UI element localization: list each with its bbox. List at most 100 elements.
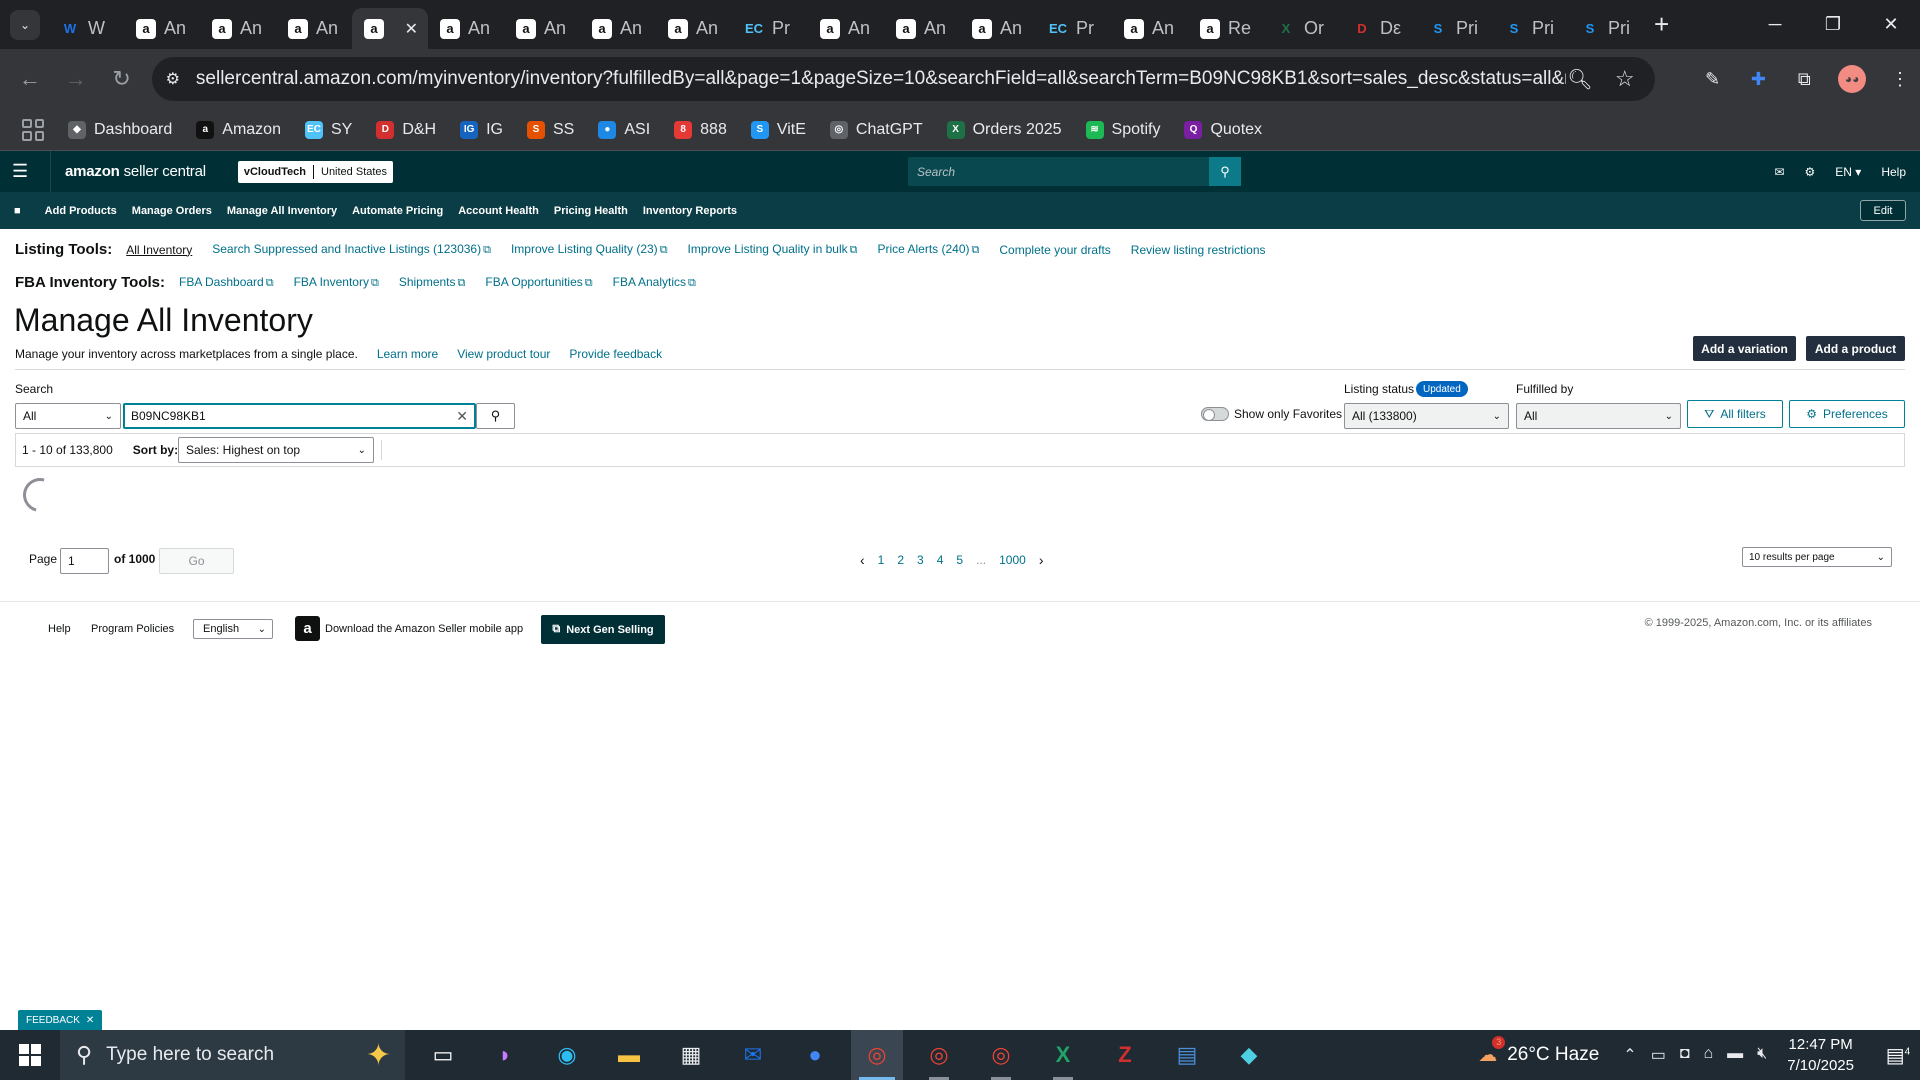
display-icon[interactable]: ▭: [1651, 1045, 1666, 1065]
volume-muted-icon[interactable]: 🔇︎: [1757, 1045, 1767, 1065]
browser-tab[interactable]: a An: [124, 12, 200, 46]
file-explorer-icon[interactable]: ▬: [603, 1030, 655, 1080]
browser-tab[interactable]: a An: [960, 12, 1036, 46]
bookmark-item[interactable]: 8 888: [674, 120, 727, 139]
store-icon[interactable]: ▦: [665, 1030, 717, 1080]
add-variation-button[interactable]: Add a variation: [1693, 336, 1796, 361]
weather-widget[interactable]: ☁ 3 26°C Haze: [1478, 1035, 1599, 1067]
bookmark-item[interactable]: D D&H: [376, 120, 436, 139]
url-text[interactable]: sellercentral.amazon.com/myinventory/inv…: [196, 68, 1566, 90]
next-gen-selling-button[interactable]: ⧉ Next Gen Selling: [541, 615, 665, 644]
all-filters-button[interactable]: ⛛ All filters: [1687, 400, 1783, 428]
browser-tab[interactable]: a An: [656, 12, 732, 46]
browser-tab[interactable]: EC Pr: [732, 12, 808, 46]
program-policies-link[interactable]: Program Policies: [91, 623, 174, 635]
fba-tools-link[interactable]: FBA Dashboard ⧉: [179, 275, 274, 290]
nav-manage-orders[interactable]: Manage Orders: [132, 205, 212, 217]
nav-add-products[interactable]: Add Products: [45, 205, 117, 217]
calculator-icon[interactable]: ▤: [1161, 1030, 1213, 1080]
favorites-toggle[interactable]: [1201, 407, 1229, 421]
go-button[interactable]: Go: [159, 548, 234, 574]
copilot-icon[interactable]: ◗: [479, 1030, 531, 1080]
close-window-icon[interactable]: ✕: [1862, 0, 1920, 49]
filezilla-icon[interactable]: Z: [1099, 1030, 1151, 1080]
browser-tab[interactable]: S Pri: [1492, 12, 1568, 46]
extensions-icon[interactable]: ⧉: [1784, 59, 1824, 99]
browser-tab[interactable]: a An: [1112, 12, 1188, 46]
battery-icon[interactable]: ▬: [1727, 1045, 1743, 1065]
page-number-input[interactable]: 1: [60, 548, 109, 574]
search-input[interactable]: B09NC98KB1 ✕: [123, 403, 476, 429]
bookmark-item[interactable]: X Orders 2025: [946, 120, 1062, 139]
learn-more-link[interactable]: Learn more: [377, 347, 438, 361]
browser-tab[interactable]: S Pri: [1416, 12, 1492, 46]
bookmark-star-icon[interactable]: ☆: [1615, 66, 1635, 92]
page-number-link[interactable]: 1: [878, 553, 885, 567]
profile-avatar[interactable]: ◕◕: [1838, 65, 1867, 93]
listing-tools-link[interactable]: Complete your drafts: [999, 243, 1110, 257]
start-button[interactable]: [0, 1030, 60, 1080]
minimize-icon[interactable]: ─: [1746, 0, 1804, 49]
store-selector[interactable]: vCloudTech United States: [237, 160, 394, 183]
add-product-button[interactable]: Add a product: [1806, 336, 1905, 361]
close-icon[interactable]: ✕: [86, 1015, 94, 1026]
nav-manage-all-inventory[interactable]: Manage All Inventory: [227, 205, 337, 217]
browser-tab[interactable]: a An: [580, 12, 656, 46]
restore-icon[interactable]: ❐: [1804, 0, 1862, 49]
nav-automate-pricing[interactable]: Automate Pricing: [352, 205, 443, 217]
bookmark-item[interactable]: ● ASI: [598, 120, 650, 139]
extension-puzzle-blue-icon[interactable]: ✚: [1738, 59, 1778, 99]
listing-tools-link[interactable]: Review listing restrictions: [1131, 243, 1266, 257]
close-tab-icon[interactable]: ✕: [405, 19, 418, 39]
global-search-input[interactable]: Search: [908, 165, 1209, 179]
fba-tools-link[interactable]: FBA Opportunities ⧉: [485, 275, 592, 290]
fba-tools-link[interactable]: FBA Analytics ⧉: [613, 275, 696, 290]
browser-tab[interactable]: a An: [200, 12, 276, 46]
taskbar-search[interactable]: ⚲ Type here to search ✦: [60, 1030, 405, 1080]
back-icon[interactable]: ←: [10, 59, 50, 99]
browser-tab[interactable]: EC Pr: [1036, 12, 1112, 46]
gear-icon[interactable]: ⚙: [1805, 165, 1816, 179]
excel-icon[interactable]: X: [1037, 1030, 1089, 1080]
listing-tools-link[interactable]: All Inventory: [126, 243, 192, 257]
browser-tab[interactable]: WW: [48, 12, 124, 46]
seller-central-logo[interactable]: amazon seller central: [65, 163, 206, 180]
browser-tab[interactable]: S Pri: [1568, 12, 1644, 46]
browser-tab[interactable]: D Dε: [1340, 12, 1416, 46]
chrome-profile-icon[interactable]: ◎: [975, 1030, 1027, 1080]
task-view-icon[interactable]: ▭: [417, 1030, 469, 1080]
global-search[interactable]: Search ⚲: [908, 157, 1241, 186]
network-icon[interactable]: ⌂: [1704, 1045, 1714, 1065]
new-tab-button[interactable]: +: [1654, 9, 1669, 40]
fba-tools-link[interactable]: Shipments ⧉: [399, 275, 466, 290]
results-per-page-select[interactable]: 10 results per page ⌄: [1742, 547, 1892, 567]
tab-search-button[interactable]: ⌄: [10, 9, 40, 40]
listing-tools-link[interactable]: Improve Listing Quality in bulk ⧉: [688, 242, 858, 257]
meet-icon[interactable]: ◘: [1680, 1045, 1690, 1065]
browser-tab[interactable]: a An: [428, 12, 504, 46]
bookmark-item[interactable]: ≋ Spotify: [1085, 120, 1160, 139]
chevron-up-icon[interactable]: ⌃: [1623, 1045, 1636, 1065]
listing-tools-link[interactable]: Price Alerts (240) ⧉: [877, 242, 979, 257]
footer-language-select[interactable]: English ⌄: [193, 619, 273, 639]
sparkle-icon[interactable]: ✦: [366, 1038, 391, 1073]
chevron-right-icon[interactable]: ›: [1039, 552, 1044, 568]
bookmark-item[interactable]: a Amazon: [196, 120, 281, 139]
mobile-app-link[interactable]: Download the Amazon Seller mobile app: [325, 623, 523, 635]
browser-menu-icon[interactable]: ⋮: [1880, 59, 1920, 99]
bookmark-item[interactable]: Q Quotex: [1184, 120, 1262, 139]
browser-tab[interactable]: a An: [808, 12, 884, 46]
outlook-icon[interactable]: ✉: [727, 1030, 779, 1080]
listing-tools-link[interactable]: Improve Listing Quality (23) ⧉: [511, 242, 668, 257]
nav-pricing-health[interactable]: Pricing Health: [554, 205, 628, 217]
page-number-link[interactable]: 1000: [999, 553, 1026, 567]
fulfilled-by-select[interactable]: All ⌄: [1516, 403, 1681, 429]
reload-icon[interactable]: ↻: [102, 59, 142, 99]
bookmark-pin-icon[interactable]: ■: [14, 205, 21, 217]
hamburger-menu-icon[interactable]: ☰: [12, 161, 36, 182]
browser-tab[interactable]: a ✕: [352, 8, 428, 49]
address-bar[interactable]: ⚙ sellercentral.amazon.com/myinventory/i…: [151, 57, 1655, 101]
bookmark-item[interactable]: ◎ ChatGPT: [829, 120, 923, 139]
calendar-icon[interactable]: ●: [789, 1030, 841, 1080]
search-submit-button[interactable]: ⚲: [476, 403, 515, 429]
